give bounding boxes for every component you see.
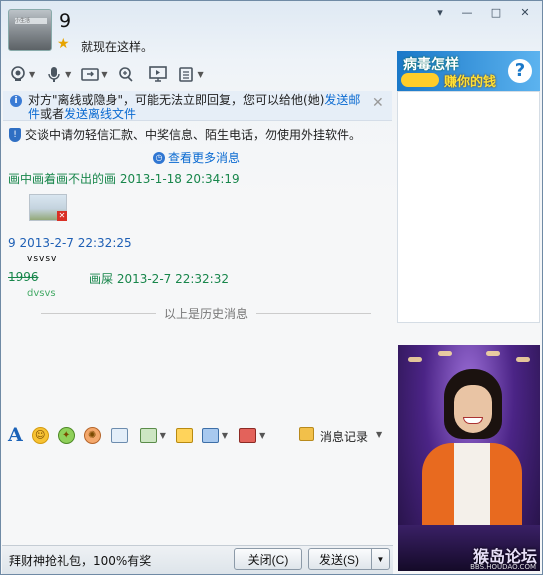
question-mark-icon: ?: [508, 59, 532, 83]
chat-window: ▾ — □ ✕ 小生活 9 ★ 就现在这样。 ▼ ▼ ▼ ▼ 病毒怎样 赚你的钱…: [0, 0, 543, 575]
side-panel: [397, 91, 540, 323]
toolbox-dropdown[interactable]: ▼: [259, 431, 265, 440]
image-send-icon[interactable]: [139, 427, 157, 443]
view-more-messages[interactable]: ◷ 查看更多消息: [153, 149, 240, 166]
contact-signature: 就现在这样。: [81, 40, 154, 54]
offline-notice: i 对方"离线或隐身"，可能无法立即回复，您可以给他(她)发送邮件或者发送离线文…: [3, 91, 392, 121]
emoji-icon[interactable]: ☺: [31, 426, 49, 444]
send-offline-file-link[interactable]: 发送离线文件: [64, 107, 136, 121]
character-face: [454, 385, 492, 433]
video-call-dropdown[interactable]: ▼: [29, 70, 35, 79]
voice-call-dropdown[interactable]: ▼: [65, 70, 71, 79]
broken-image-icon: ✕: [57, 211, 67, 221]
desktop-dropdown[interactable]: ▼: [222, 431, 228, 440]
history-marker-label: 以上是历史消息: [164, 307, 249, 321]
message-record-icon[interactable]: [299, 427, 314, 441]
send-options-dropdown[interactable]: ▼: [371, 549, 389, 569]
top-advert[interactable]: 病毒怎样 赚你的钱 ?: [397, 51, 540, 91]
promo-text[interactable]: 拜财神抢礼包，100%有奖: [9, 552, 151, 569]
message-body: vsvsv: [27, 254, 58, 264]
character-advert[interactable]: 猴岛论坛 BBS.HOUDAO.COM: [398, 345, 540, 571]
app-menu-icon[interactable]: [177, 65, 195, 83]
info-icon: i: [10, 95, 22, 107]
remote-assist-icon[interactable]: [117, 65, 135, 83]
close-window-button[interactable]: ✕: [514, 4, 536, 20]
app-menu-dropdown[interactable]: ▼: [197, 70, 203, 79]
offline-notice-mid: 或者: [40, 107, 65, 121]
message-input[interactable]: [3, 448, 393, 544]
nudge-icon[interactable]: ✺: [83, 426, 101, 444]
message-body: dvsvs: [27, 288, 56, 299]
screen-share-icon[interactable]: [149, 65, 168, 83]
message-header: 画中画着画不出的画 2013-1-18 20:34:19: [8, 172, 240, 186]
image-thumbnail[interactable]: ✕: [29, 194, 67, 221]
offline-notice-text: 对方"离线或隐身"，可能无法立即回复，您可以给他(她): [28, 93, 325, 107]
view-more-label[interactable]: 查看更多消息: [168, 149, 240, 166]
send-button[interactable]: 发送(S) ▼: [308, 548, 390, 570]
magic-emoji-icon[interactable]: ✦: [57, 426, 75, 444]
desktop-icon[interactable]: [201, 427, 219, 443]
watermark-url: BBS.HOUDAO.COM: [470, 563, 536, 571]
shield-icon: !: [9, 127, 21, 142]
file-transfer-icon[interactable]: [81, 65, 100, 83]
message-header: 9 2013-2-7 22:32:25: [8, 236, 132, 250]
vip-star-icon[interactable]: ★: [57, 37, 71, 51]
image-send-dropdown[interactable]: ▼: [160, 431, 166, 440]
voice-call-icon[interactable]: [45, 65, 63, 83]
file-transfer-dropdown[interactable]: ▼: [101, 70, 107, 79]
history-separator: 以上是历史消息: [41, 305, 372, 322]
send-button-label: 发送(S): [319, 552, 359, 567]
close-button[interactable]: 关闭(C): [234, 548, 302, 570]
coin-stack-image: [401, 73, 439, 87]
message-record-dropdown[interactable]: ▼: [376, 430, 382, 439]
advert-line2: 赚你的钱: [444, 75, 497, 90]
message-sender: 1996: [8, 270, 39, 284]
minimize-button[interactable]: —: [456, 4, 478, 20]
clock-icon: ◷: [153, 151, 165, 164]
avatar[interactable]: 小生活: [8, 9, 52, 51]
font-icon[interactable]: A: [8, 424, 23, 446]
screenshot-icon[interactable]: [110, 427, 128, 443]
security-warning: ! 交谈中请勿轻信汇款、中奖信息、陌生电话，勿使用外挂软件。: [9, 126, 361, 143]
message-record-button[interactable]: 消息记录: [320, 428, 368, 445]
music-icon[interactable]: [175, 427, 193, 443]
main-toolbar: ▼ ▼ ▼ ▼: [9, 63, 204, 85]
maximize-button[interactable]: □: [485, 4, 507, 20]
video-call-icon[interactable]: [9, 65, 27, 83]
toolbox-icon[interactable]: [239, 427, 257, 443]
security-warning-text: 交谈中请勿轻信汇款、中奖信息、陌生电话，勿使用外挂软件。: [25, 128, 362, 142]
avatar-caption: 小生活: [15, 18, 47, 24]
contact-name: 9: [59, 10, 72, 32]
menu-arrow-icon[interactable]: ▾: [429, 4, 451, 20]
message-header: 画屎 2013-2-7 22:32:32: [89, 272, 229, 286]
close-notice-icon[interactable]: ✕: [372, 95, 384, 111]
